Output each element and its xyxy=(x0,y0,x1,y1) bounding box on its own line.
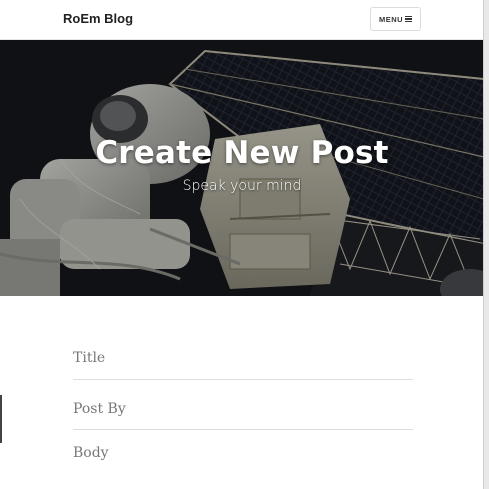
page-title: Create New Post xyxy=(95,135,389,171)
menu-button[interactable]: MENU xyxy=(370,7,421,31)
post-by-input[interactable] xyxy=(73,401,413,417)
menu-label: MENU xyxy=(378,14,404,24)
hamburger-icon xyxy=(405,16,413,23)
body-field-group xyxy=(73,430,413,489)
navbar: RoEm Blog MENU xyxy=(0,0,484,40)
page: RoEm Blog MENU Create New Post Speak you… xyxy=(0,0,489,489)
body-textarea[interactable] xyxy=(73,445,413,475)
title-input[interactable] xyxy=(73,350,413,366)
brand-link[interactable]: RoEm Blog xyxy=(63,11,133,26)
title-field-group xyxy=(73,330,413,380)
post-by-field-group xyxy=(73,380,413,430)
edge-divider xyxy=(0,395,2,443)
page-subtitle: Speak your mind xyxy=(182,178,302,194)
new-post-form xyxy=(73,330,413,489)
header-image: Create New Post Speak your mind xyxy=(0,39,484,296)
scrollbar[interactable] xyxy=(483,0,489,489)
